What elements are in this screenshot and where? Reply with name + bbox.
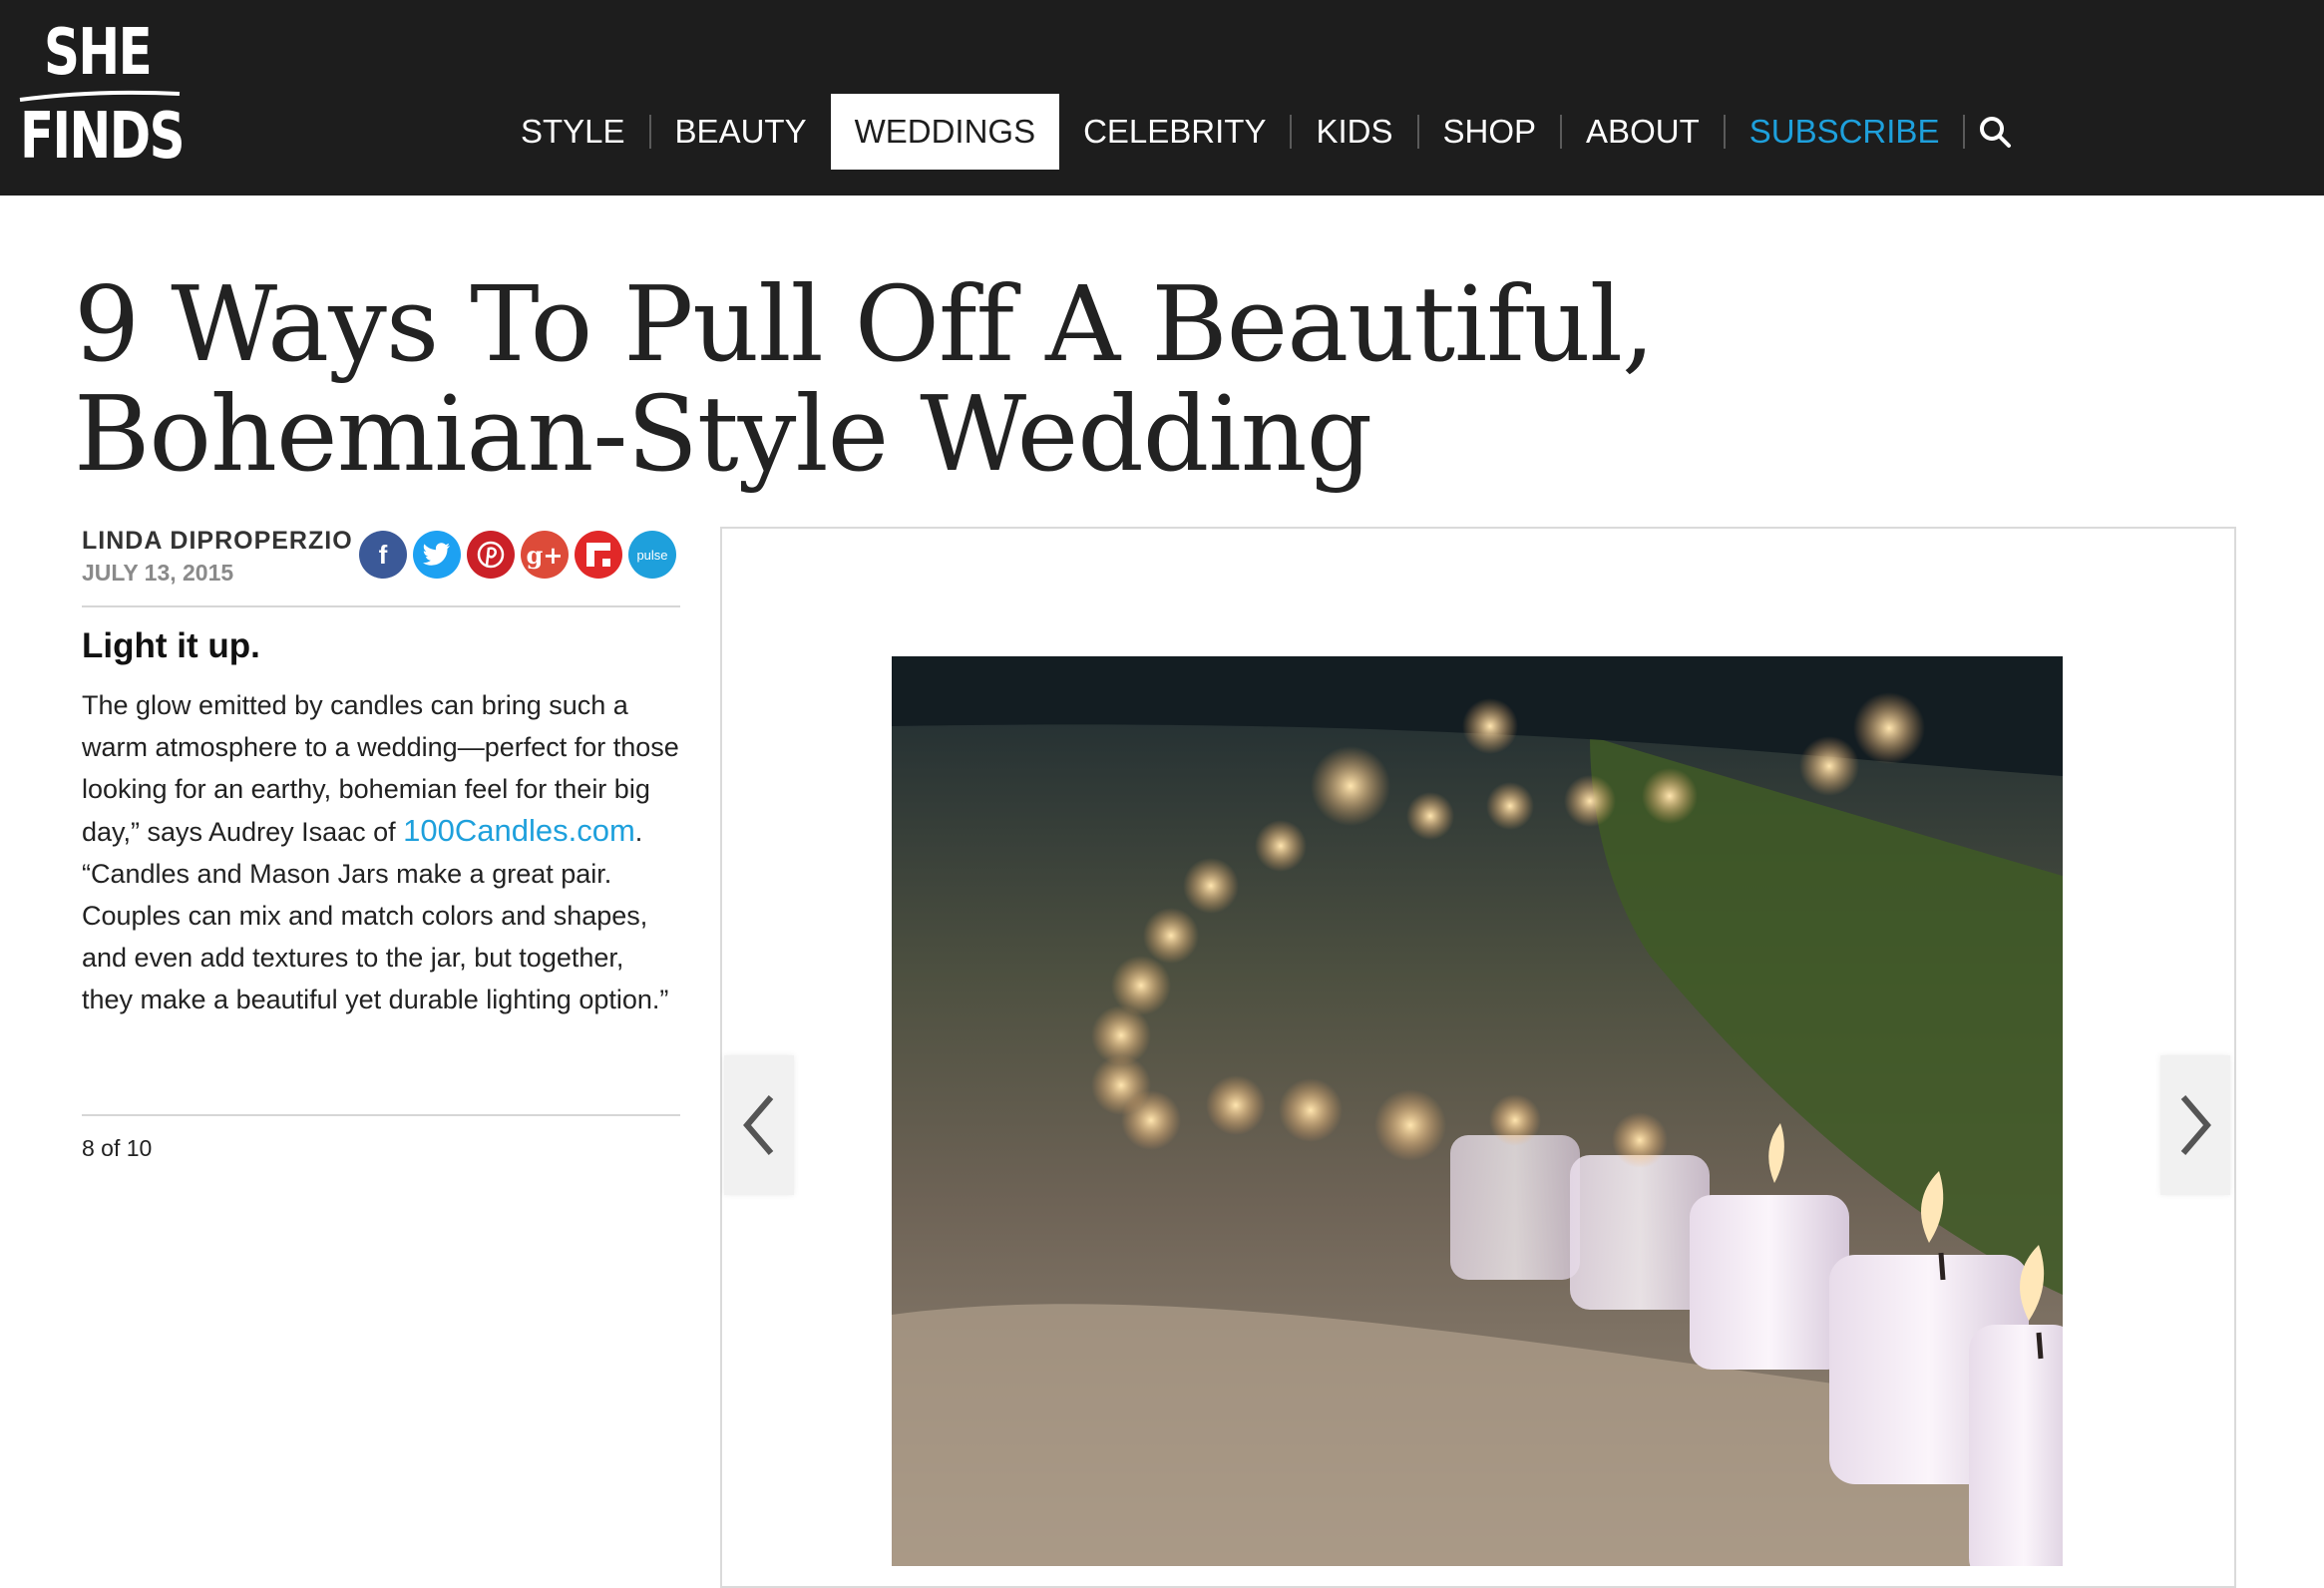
gallery-image [892, 656, 2063, 1566]
next-slide-button[interactable] [2160, 1055, 2230, 1195]
slide-counter: 8 of 10 [82, 1135, 153, 1161]
chevron-left-icon [743, 1095, 774, 1155]
publish-date: JULY 13, 2015 [82, 560, 234, 586]
slide-caption: The glow emitted by candles can bring su… [82, 684, 680, 1020]
slide-heading: Light it up. [82, 626, 260, 665]
candles-link[interactable]: 100Candles.com [403, 813, 635, 848]
facebook-icon[interactable]: f [359, 531, 407, 579]
previous-slide-button[interactable] [724, 1055, 794, 1195]
divider [82, 1114, 680, 1116]
site-logo[interactable]: SHE FINDS [14, 12, 186, 174]
logo-line-1: SHE [44, 16, 153, 90]
nav-style[interactable]: STYLE [497, 94, 649, 170]
nav-beauty[interactable]: BEAUTY [651, 94, 831, 170]
main-nav: STYLE BEAUTY WEDDINGS CELEBRITY KIDS SHO… [497, 94, 2025, 170]
site-header: SHE FINDS STYLE BEAUTY WEDDINGS CELEBRIT… [0, 0, 2324, 196]
nav-subscribe[interactable]: SUBSCRIBE [1726, 94, 1964, 170]
pulse-icon[interactable]: pulse [628, 531, 676, 579]
search-icon[interactable] [1965, 94, 2025, 170]
divider [82, 605, 680, 607]
nav-kids[interactable]: KIDS [1292, 94, 1416, 170]
pinterest-icon[interactable] [467, 531, 515, 579]
logo-line-2: FINDS [20, 100, 186, 174]
chevron-right-icon [2180, 1095, 2211, 1155]
article-title: 9 Ways To Pull Off A Beautiful, Bohemian… [74, 263, 1655, 495]
social-share-bar: f g+ pulse [359, 531, 676, 579]
nav-celebrity[interactable]: CELEBRITY [1059, 94, 1290, 170]
nav-shop[interactable]: SHOP [1419, 94, 1561, 170]
nav-about[interactable]: ABOUT [1562, 94, 1724, 170]
author-name[interactable]: LINDA DIPROPERZIO [82, 527, 353, 556]
flipboard-icon[interactable] [575, 531, 622, 579]
byline: LINDA DIPROPERZIO JULY 13, 2015 [82, 527, 353, 587]
nav-weddings[interactable]: WEDDINGS [830, 94, 1060, 170]
google-plus-icon[interactable]: g+ [521, 531, 569, 579]
twitter-icon[interactable] [413, 531, 461, 579]
